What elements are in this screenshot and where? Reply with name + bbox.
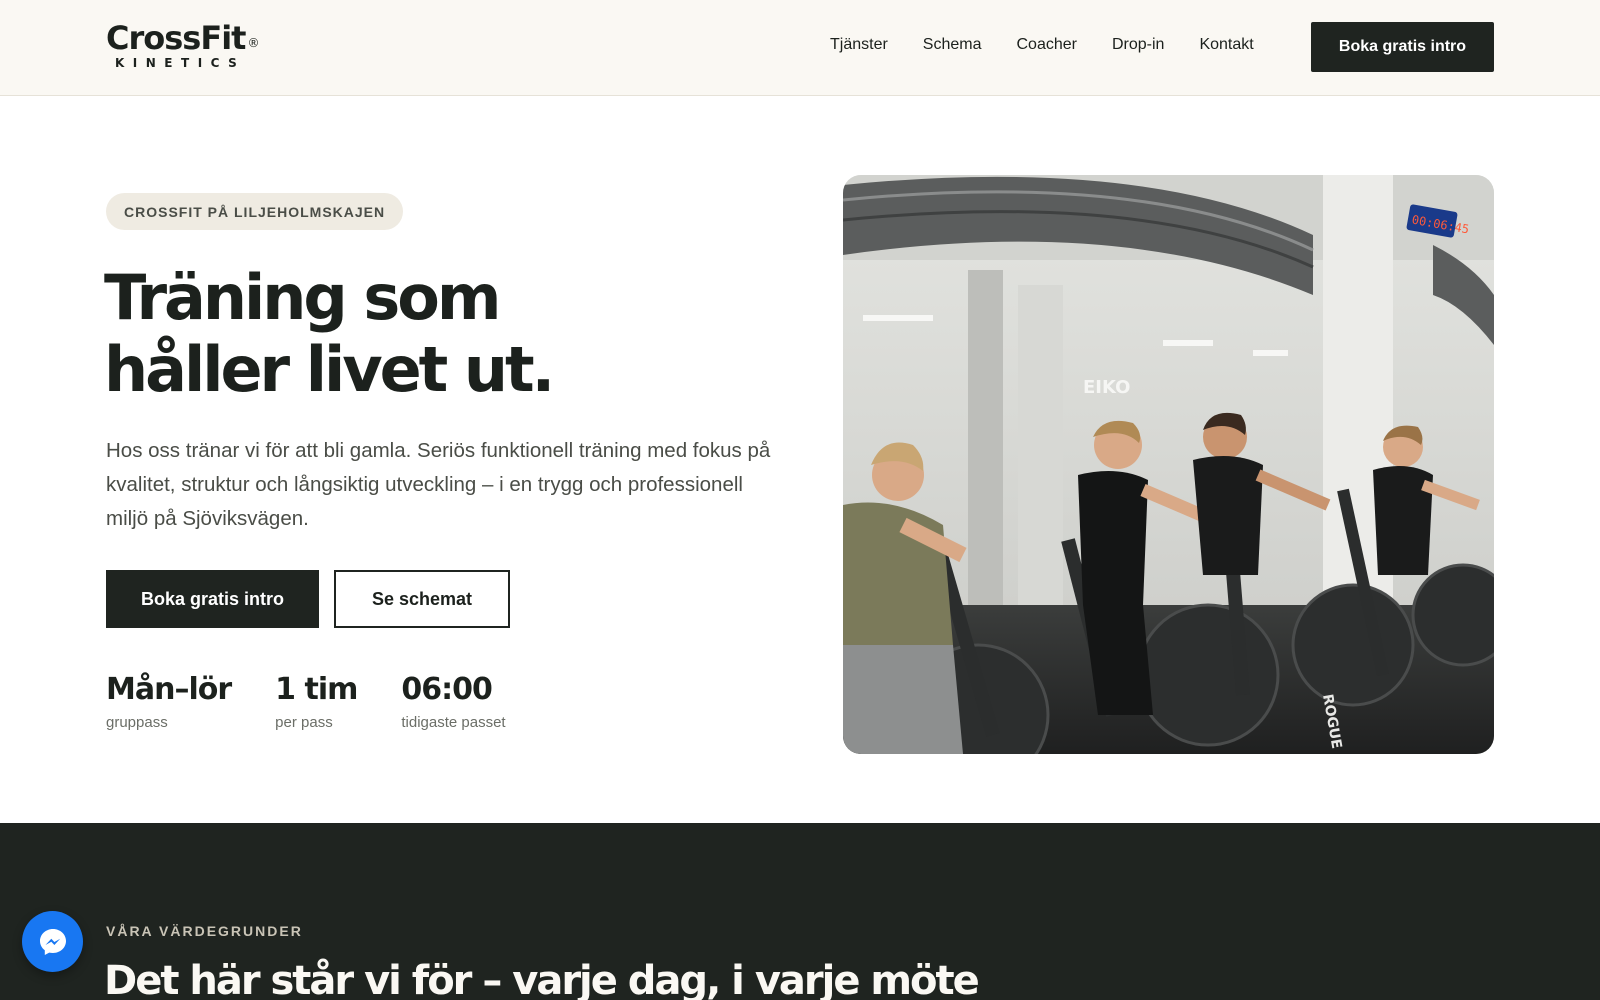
nav-link-coacher[interactable]: Coacher xyxy=(1017,36,1077,58)
stat-label: tidigaste passet xyxy=(401,714,506,731)
stat-value: 06:00 xyxy=(401,672,493,707)
hero-gym-photo: 00:06:45 EIKO ROGUE xyxy=(843,175,1494,754)
values-title: Det här står vi för – varje dag, i varje… xyxy=(104,958,980,1000)
messenger-icon xyxy=(39,928,66,955)
site-header: CrossFit ® KINETICS Tjänster Schema Coach… xyxy=(0,0,1600,96)
logo-wordmark: CrossFit xyxy=(106,19,246,57)
nav-link-drop-in[interactable]: Drop-in xyxy=(1112,36,1164,58)
values-eyebrow: VÅRA VÄRDEGRUNDER xyxy=(106,923,303,939)
hero-eyebrow-badge: CROSSFIT PÅ LILJEHOLMSKAJEN xyxy=(106,193,404,230)
nav-link-schema[interactable]: Schema xyxy=(923,36,982,58)
hero-title: Träning som håller livet ut. xyxy=(104,262,744,406)
crossfit-kinetics-logo[interactable]: CrossFit ® KINETICS xyxy=(106,20,286,76)
stat-days: Mån–lör gruppass xyxy=(106,670,232,731)
nav-link-kontakt[interactable]: Kontakt xyxy=(1199,36,1253,58)
messenger-chat-button[interactable] xyxy=(22,911,83,972)
main-navigation: Tjänster Schema Coacher Drop-in Kontakt xyxy=(830,36,1254,58)
stat-duration: 1 tim per pass xyxy=(275,670,358,731)
hero-description: Hos oss tränar vi för att bli gamla. Ser… xyxy=(106,439,771,530)
hero-book-intro-button[interactable]: Boka gratis intro xyxy=(106,570,319,628)
header-book-intro-button[interactable]: Boka gratis intro xyxy=(1311,22,1494,72)
hero-stats: Mån–lör gruppass 1 tim per pass 06:00 ti… xyxy=(106,670,550,731)
logo-subtitle: KINETICS xyxy=(115,56,246,70)
gym-photo-illustration: 00:06:45 EIKO ROGUE xyxy=(843,175,1494,754)
hero-title-line-2: håller livet ut. xyxy=(104,333,555,406)
hero-see-schedule-button[interactable]: Se schemat xyxy=(334,570,510,628)
hero-title-line-1: Träning som xyxy=(104,261,502,334)
stat-value: Mån–lör xyxy=(106,672,232,707)
nav-link-tjanster[interactable]: Tjänster xyxy=(830,36,888,58)
stat-value: 1 tim xyxy=(275,672,358,707)
stat-earliest: 06:00 tidigaste passet xyxy=(401,670,505,731)
logo-registered-mark: ® xyxy=(247,36,260,50)
wall-lettering: EIKO xyxy=(1083,377,1130,398)
values-section: VÅRA VÄRDEGRUNDER Det här står vi för – … xyxy=(0,823,1600,1000)
stat-label: gruppass xyxy=(106,714,168,731)
stat-label: per pass xyxy=(275,714,333,731)
